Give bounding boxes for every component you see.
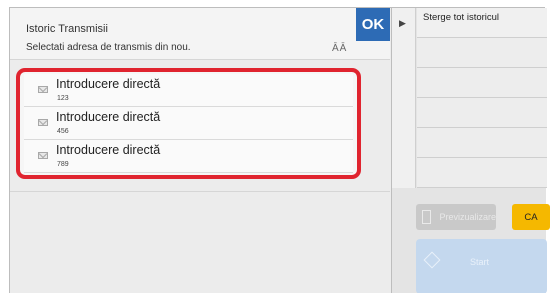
ca-button[interactable]: CA	[512, 204, 550, 230]
item-name: Introducere directă	[56, 143, 161, 157]
preview-button[interactable]: Previzualizare	[416, 204, 496, 230]
start-icon	[423, 251, 441, 269]
menu-item-empty	[417, 38, 547, 68]
list-item[interactable]: Introducere directă 456	[24, 107, 353, 140]
list-item[interactable]: Introducere directă 789	[24, 140, 353, 173]
screen: Istoric Transmisii Selectati adresa de t…	[9, 7, 550, 293]
list-item[interactable]: Introducere directă 123	[24, 74, 353, 107]
menu-item-empty	[417, 98, 547, 128]
menu-item-empty	[417, 158, 547, 188]
right-panel: ▶ Sterge tot istoricul Previzualizare CA…	[391, 8, 550, 293]
item-name: Introducere directă	[56, 77, 161, 91]
item-number: 456	[57, 128, 69, 135]
expand-panel-button[interactable]: ▶	[392, 8, 416, 188]
item-name: Introducere directă	[56, 110, 161, 124]
action-menu: Sterge tot istoricul	[417, 8, 547, 188]
mail-icon	[38, 86, 48, 93]
page-title: Istoric Transmisii	[26, 23, 108, 35]
history-list: Introducere directă 123 Introducere dire…	[16, 68, 361, 179]
item-number: 789	[57, 161, 69, 168]
menu-item-empty	[417, 128, 547, 158]
menu-item-empty	[417, 68, 547, 98]
sort-icon[interactable]: ĀĀ	[332, 43, 347, 54]
mail-icon	[38, 152, 48, 159]
preview-icon	[422, 210, 432, 224]
menu-item-clear-history[interactable]: Sterge tot istoricul	[417, 8, 547, 38]
ok-button[interactable]: OK	[356, 8, 390, 41]
divider	[10, 191, 390, 192]
page-subtitle: Selectati adresa de transmis din nou.	[26, 42, 191, 53]
start-label: Start	[470, 257, 490, 267]
left-panel: Istoric Transmisii Selectati adresa de t…	[10, 8, 390, 293]
mail-icon	[38, 119, 48, 126]
chevron-right-icon: ▶	[399, 18, 406, 28]
start-button[interactable]: Start	[416, 239, 547, 293]
item-number: 123	[57, 95, 69, 102]
left-header: Istoric Transmisii Selectati adresa de t…	[10, 8, 390, 60]
preview-label: Previzualizare	[439, 212, 496, 222]
